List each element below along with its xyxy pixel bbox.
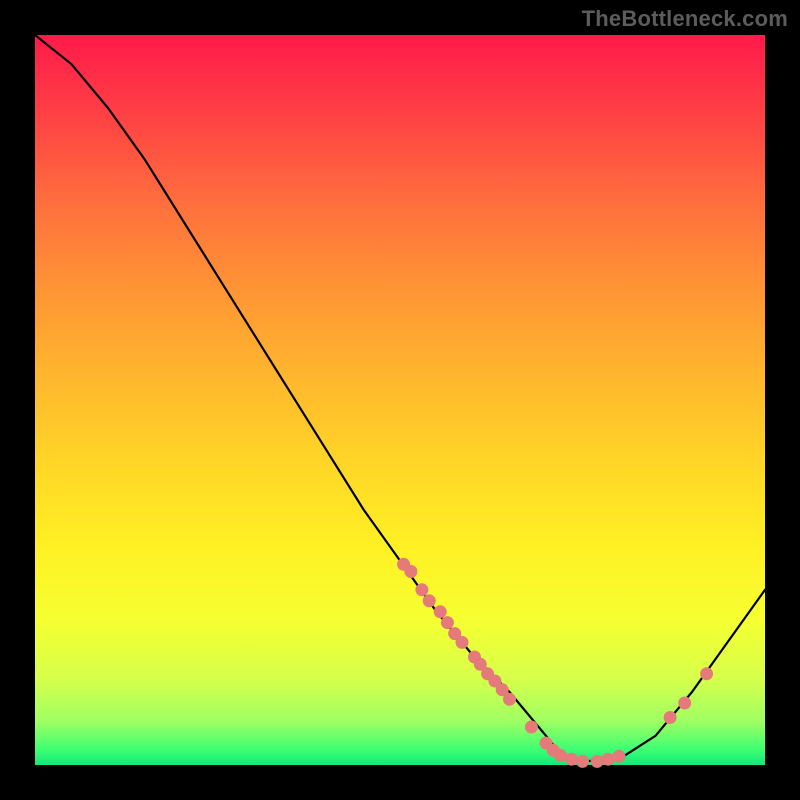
- data-marker: [565, 753, 578, 766]
- data-marker: [576, 755, 589, 768]
- data-marker: [664, 711, 677, 724]
- data-marker: [700, 667, 713, 680]
- data-marker: [441, 616, 454, 629]
- data-markers: [397, 558, 713, 768]
- data-marker: [415, 583, 428, 596]
- bottleneck-curve: [35, 35, 765, 761]
- data-marker: [678, 697, 691, 710]
- chart-frame: TheBottleneck.com: [0, 0, 800, 800]
- watermark-text: TheBottleneck.com: [582, 6, 788, 32]
- data-marker: [434, 605, 447, 618]
- data-marker: [613, 750, 626, 763]
- data-marker: [456, 636, 469, 649]
- chart-svg: [35, 35, 765, 765]
- data-marker: [423, 594, 436, 607]
- data-marker: [503, 693, 516, 706]
- data-marker: [525, 721, 538, 734]
- data-marker: [404, 565, 417, 578]
- plot-area: [35, 35, 765, 765]
- data-marker: [602, 753, 615, 766]
- data-marker: [591, 755, 604, 768]
